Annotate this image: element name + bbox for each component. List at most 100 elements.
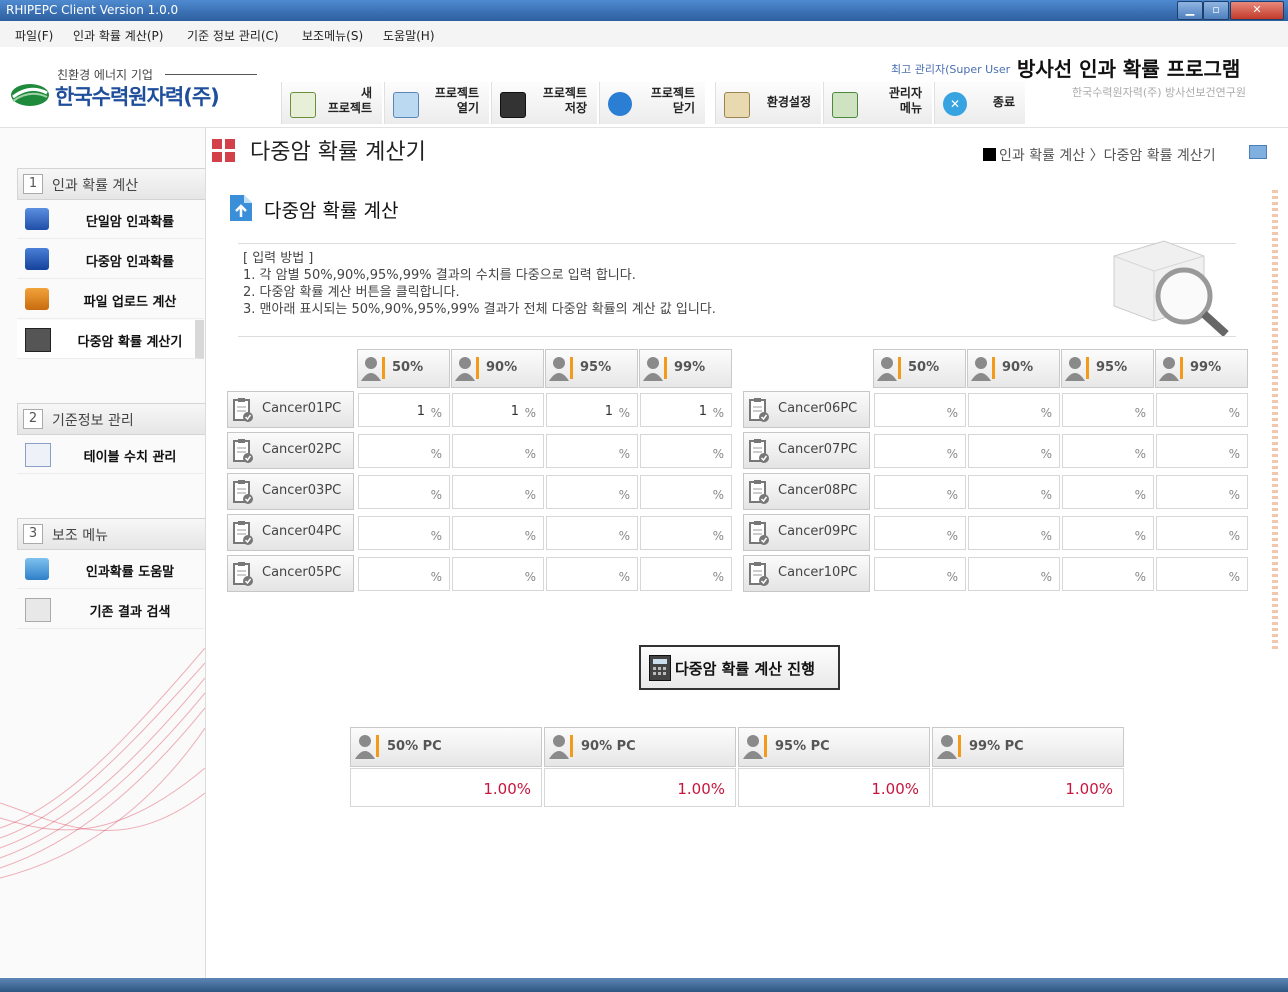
- percent-input-field[interactable]: %: [874, 516, 966, 550]
- percent-unit: %: [1228, 570, 1240, 584]
- percent-input-field[interactable]: %: [452, 557, 544, 591]
- result-header-50: 50% PC: [350, 727, 542, 767]
- search-doc-icon: [25, 598, 51, 622]
- percent-input-field[interactable]: %: [546, 434, 638, 468]
- result-value: 1.00%: [483, 780, 531, 798]
- percent-input-field[interactable]: %: [874, 475, 966, 509]
- percent-input-field[interactable]: %: [968, 475, 1060, 509]
- header-90-left: 90%: [451, 349, 544, 388]
- percent-input-field[interactable]: %: [358, 557, 450, 591]
- percent-input-field[interactable]: %: [968, 557, 1060, 591]
- cancer-row-label: Cancer06PC: [743, 391, 870, 428]
- percent-unit: %: [1040, 406, 1052, 420]
- percent-unit: %: [1040, 488, 1052, 502]
- sidebar-item-help[interactable]: 인과확률 도움말: [17, 550, 204, 589]
- section-title: 보조 메뉴: [52, 528, 108, 544]
- percent-input-field[interactable]: %: [640, 557, 732, 591]
- percent-input-field[interactable]: %: [358, 516, 450, 550]
- exit-label: 종료: [992, 95, 1015, 109]
- percent-input-field[interactable]: %: [968, 516, 1060, 550]
- percent-input-field[interactable]: 1%: [358, 393, 450, 427]
- sidebar-item-label: 테이블 수치 관리: [83, 450, 177, 465]
- percent-input-field[interactable]: %: [1156, 475, 1248, 509]
- percent-unit: %: [1228, 406, 1240, 420]
- multi-cube-icon: [25, 248, 49, 270]
- sidebar-item-file-upload[interactable]: 파일 업로드 계산: [17, 280, 204, 319]
- new-project-label-2: 프로젝트: [327, 101, 372, 115]
- percent-input-field[interactable]: %: [546, 516, 638, 550]
- result-header-label: 99% PC: [969, 739, 1024, 754]
- save-project-button[interactable]: 프로젝트 저장: [491, 82, 597, 124]
- percent-input-field[interactable]: %: [1062, 516, 1154, 550]
- percent-input-field[interactable]: %: [546, 557, 638, 591]
- open-project-button[interactable]: 프로젝트 열기: [384, 82, 489, 124]
- percent-input-field[interactable]: %: [452, 516, 544, 550]
- percent-input-field[interactable]: %: [452, 434, 544, 468]
- percent-input-field[interactable]: %: [1156, 434, 1248, 468]
- cancer-label: Cancer02PC: [262, 442, 342, 457]
- sidebar-item-table-values[interactable]: 테이블 수치 관리: [17, 435, 204, 474]
- percent-input-field[interactable]: %: [546, 475, 638, 509]
- menu-reference[interactable]: 기준 정보 관리(C): [187, 27, 279, 44]
- percent-input-field[interactable]: %: [1156, 393, 1248, 427]
- sidebar-item-multi-calculator[interactable]: 다중암 확률 계산기: [17, 320, 204, 359]
- percent-input-field[interactable]: %: [640, 475, 732, 509]
- menu-probability[interactable]: 인과 확률 계산(P): [73, 27, 163, 44]
- scroll-decoration: [1272, 190, 1278, 650]
- percent-input-field[interactable]: %: [1062, 434, 1154, 468]
- sidebar: 1 인과 확률 계산 단일암 인과확률 다중암 인과확률 파일 업로드 계산 다…: [0, 128, 206, 978]
- percent-input-field[interactable]: %: [1062, 475, 1154, 509]
- new-project-button[interactable]: 새 프로젝트: [281, 82, 382, 124]
- percent-value: 1: [698, 404, 707, 419]
- header-label: 99%: [674, 360, 706, 375]
- close-project-button[interactable]: 프로젝트 닫기: [599, 82, 705, 124]
- window-titlebar: RHIPEPC Client Version 1.0.0 ▁ ▫ ✕: [0, 0, 1288, 21]
- percent-input-field[interactable]: 1%: [546, 393, 638, 427]
- percent-unit: %: [430, 406, 442, 420]
- close-window-button[interactable]: ✕: [1230, 1, 1284, 20]
- percent-input-field[interactable]: %: [874, 434, 966, 468]
- minimize-button[interactable]: ▁: [1177, 1, 1203, 20]
- sidebar-item-label: 다중암 확률 계산기: [77, 335, 183, 350]
- percent-input-field[interactable]: %: [968, 393, 1060, 427]
- percent-input-field[interactable]: 1%: [640, 393, 732, 427]
- menu-help[interactable]: 도움말(H): [383, 27, 435, 44]
- percent-unit: %: [524, 488, 536, 502]
- table-icon: [25, 443, 51, 467]
- result-header-label: 50% PC: [387, 739, 442, 754]
- percent-input-field[interactable]: %: [1062, 557, 1154, 591]
- percent-input-field[interactable]: %: [1062, 393, 1154, 427]
- percent-unit: %: [1134, 529, 1146, 543]
- maximize-button[interactable]: ▫: [1203, 1, 1229, 20]
- sidebar-item-search-results[interactable]: 기존 결과 검색: [17, 590, 204, 629]
- section-title: 인과 확률 계산: [52, 178, 139, 194]
- percent-input-field[interactable]: %: [1156, 557, 1248, 591]
- percent-input-field[interactable]: %: [452, 475, 544, 509]
- new-project-label-1: 새: [360, 86, 372, 100]
- settings-button[interactable]: 환경설정: [715, 82, 821, 124]
- admin-menu-button[interactable]: 관리자 메뉴: [823, 82, 932, 124]
- result-value: 1.00%: [677, 780, 725, 798]
- window-title: RHIPEPC Client Version 1.0.0: [6, 3, 179, 17]
- menu-auxiliary[interactable]: 보조메뉴(S): [302, 27, 363, 44]
- section-auxiliary: 3 보조 메뉴: [17, 518, 205, 550]
- percent-unit: %: [618, 447, 630, 461]
- result-value: 1.00%: [871, 780, 919, 798]
- percent-input-field[interactable]: %: [640, 516, 732, 550]
- sidebar-item-single-cancer[interactable]: 단일암 인과확률: [17, 200, 204, 239]
- menu-file[interactable]: 파일(F): [15, 27, 53, 44]
- percent-input-field[interactable]: %: [640, 434, 732, 468]
- percent-input-field[interactable]: %: [874, 557, 966, 591]
- percent-input-field[interactable]: 1%: [452, 393, 544, 427]
- exit-button[interactable]: ✕ 종료: [934, 82, 1025, 124]
- calculate-button[interactable]: 다중암 확률 계산 진행: [639, 645, 840, 690]
- percent-input-field[interactable]: %: [874, 393, 966, 427]
- percent-input-field[interactable]: %: [358, 434, 450, 468]
- instruction-step-1: 1. 각 암별 50%,90%,95%,99% 결과의 수치를 다중으로 입력 …: [243, 268, 636, 283]
- percent-input-field[interactable]: %: [1156, 516, 1248, 550]
- cancer-label: Cancer08PC: [778, 483, 858, 498]
- sidebar-item-multi-cancer[interactable]: 다중암 인과확률: [17, 240, 204, 279]
- percent-unit: %: [946, 406, 958, 420]
- percent-input-field[interactable]: %: [358, 475, 450, 509]
- percent-input-field[interactable]: %: [968, 434, 1060, 468]
